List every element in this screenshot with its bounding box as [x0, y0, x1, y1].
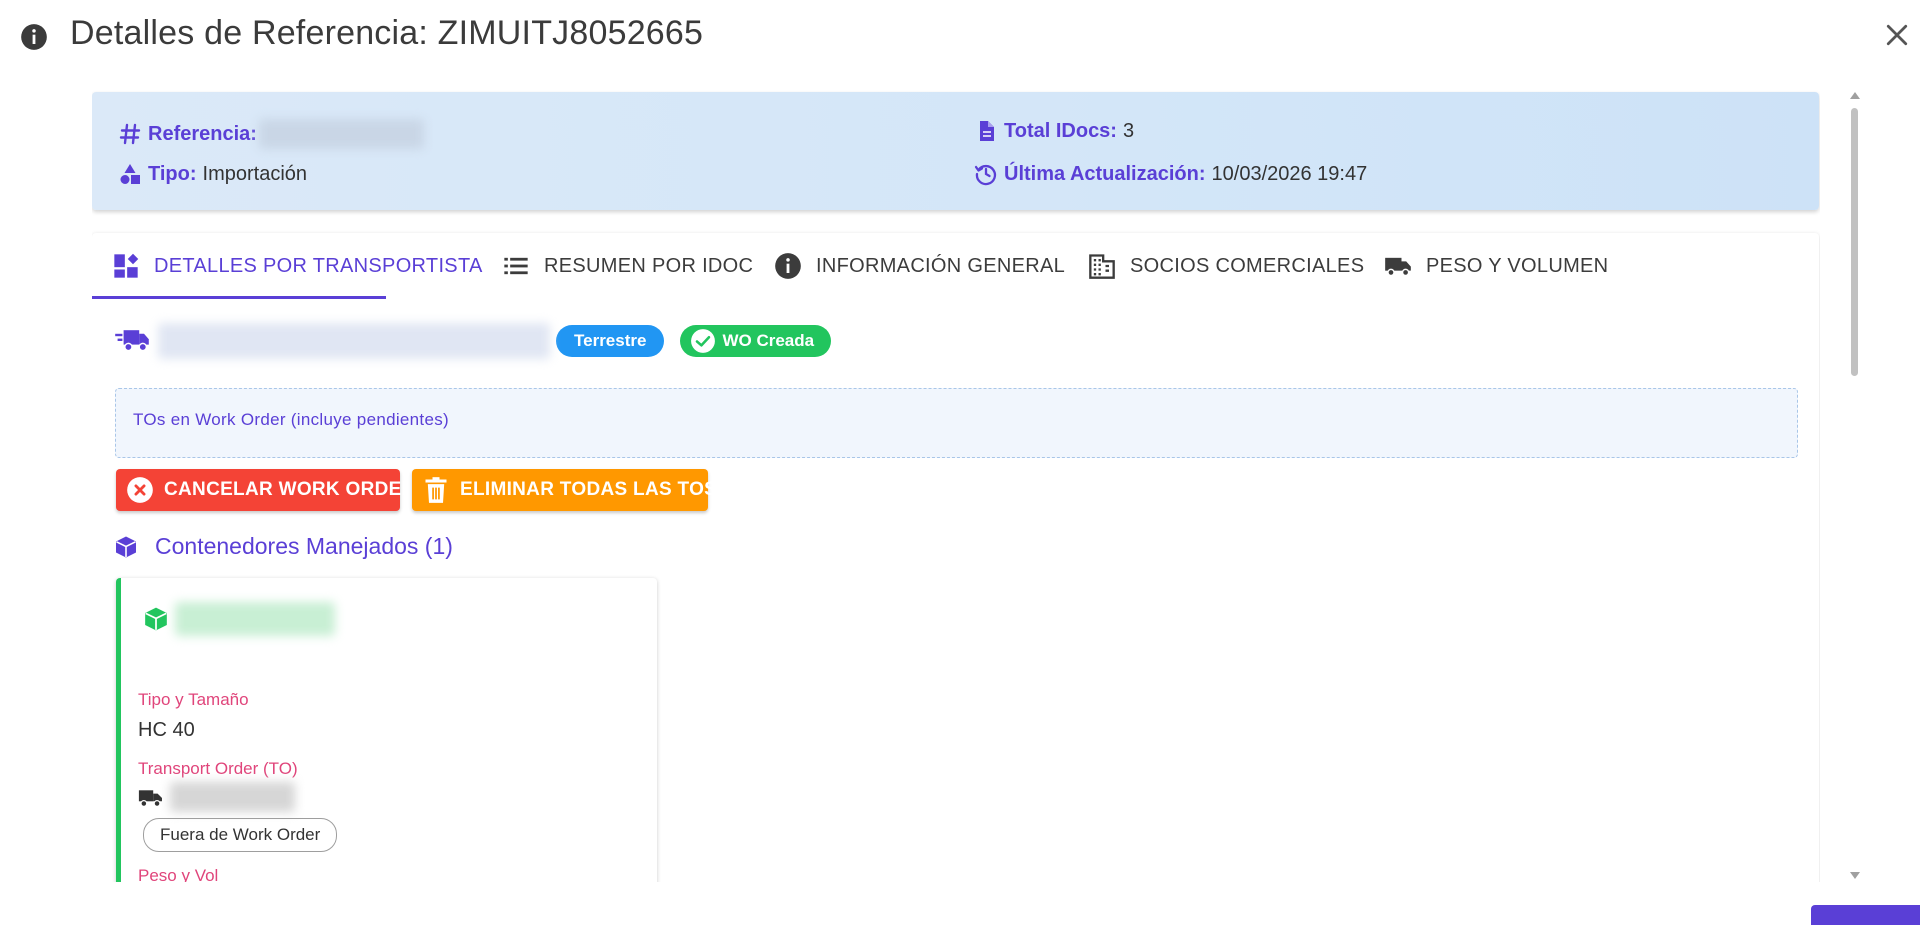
tab-detalles-por-transportista[interactable]: DETALLES POR TRANSPORTISTA — [112, 233, 483, 299]
total-idocs-label: Total IDocs: — [1004, 119, 1117, 142]
tab-informacion-general[interactable]: INFORMACIÓN GENERAL — [774, 233, 1065, 299]
info-icon — [775, 253, 801, 279]
referencia-row: Referencia: — [118, 119, 424, 149]
truck-icon — [1385, 257, 1411, 277]
scrollbar[interactable] — [1848, 92, 1862, 886]
total-idocs-value: 3 — [1122, 119, 1135, 142]
tipo-label: Tipo: — [148, 162, 197, 185]
cancel-work-order-button[interactable]: CANCELAR WORK ORDER — [116, 469, 415, 511]
tab-label: INFORMACIÓN GENERAL — [816, 254, 1066, 277]
active-tab-indicator — [92, 296, 386, 299]
tab-resumen-por-idoc[interactable]: RESUMEN POR IDOC — [502, 233, 753, 299]
tab-label: SOCIOS COMERCIALES — [1130, 254, 1365, 277]
ultima-actualizacion-value: 10/03/2026 19:47 — [1211, 162, 1368, 185]
history-clock-icon — [974, 164, 997, 186]
building-icon — [1089, 254, 1115, 279]
cancel-work-order-label: CANCELAR WORK ORDER — [164, 479, 416, 500]
scroll-down-arrow[interactable] — [1850, 872, 1860, 879]
containers-title-text: Contenedores Manejados (1) — [155, 533, 453, 559]
referencia-label: Referencia: — [148, 122, 257, 145]
cube-icon — [116, 536, 136, 557]
mode-chip: Terrestre — [556, 325, 665, 357]
close-icon[interactable] — [1882, 20, 1912, 50]
tab-label: PESO Y VOLUMEN — [1426, 254, 1609, 277]
cancel-circle-icon — [127, 477, 153, 503]
carrier-header: Terrestre WO Creada — [114, 323, 832, 359]
info-icon — [21, 24, 47, 50]
tab-bar: DETALLES POR TRANSPORTISTA RESUMEN POR I… — [92, 233, 1819, 301]
fuera-work-order-chip: Fuera de Work Order — [143, 818, 338, 852]
truck-fast-icon — [115, 330, 149, 352]
trash-icon — [425, 477, 447, 503]
dialog-header: Detalles de Referencia: ZIMUITJ8052665 — [0, 0, 1920, 70]
referencia-value-redacted — [258, 119, 424, 149]
dialog-title: Detalles de Referencia: ZIMUITJ8052665 — [70, 14, 704, 52]
containers-section-title: Contenedores Manejados (1) — [114, 533, 453, 560]
truck-icon — [138, 790, 162, 807]
dashboard-icon — [114, 253, 139, 278]
transport-order-label: Transport Order (TO) — [138, 759, 298, 778]
scroll-up-arrow[interactable] — [1850, 92, 1860, 99]
status-chip-label: WO Creada — [722, 331, 815, 350]
tab-socios-comerciales[interactable]: SOCIOS COMERCIALES — [1088, 233, 1364, 299]
dialog-content: Referencia: Tipo: Importación Total IDoc… — [92, 90, 1820, 882]
tipo-value: Importación — [202, 162, 308, 185]
container-number-redacted — [175, 602, 335, 636]
cube-icon — [145, 607, 167, 631]
peso-volumen-label: Peso y Vol — [138, 866, 219, 882]
footer-action-button[interactable] — [1811, 905, 1920, 925]
document-icon — [980, 121, 994, 141]
status-chip: WO Creada — [680, 325, 832, 357]
list-icon — [504, 257, 528, 275]
ultima-actualizacion-row: Última Actualización: 10/03/2026 19:47 — [974, 162, 1367, 186]
transport-order-redacted — [170, 782, 295, 812]
tab-peso-y-volumen[interactable]: PESO Y VOLUMEN — [1384, 233, 1608, 299]
tabs-card: DETALLES POR TRANSPORTISTA RESUMEN POR I… — [92, 233, 1819, 882]
check-circle-icon — [691, 329, 716, 353]
delete-all-tos-button[interactable]: ELIMINAR TODAS LAS TOS — [412, 469, 717, 511]
ultima-actualizacion-label: Última Actualización: — [1004, 162, 1206, 185]
carrier-name-redacted — [158, 323, 550, 359]
tos-work-order-box: TOs en Work Order (incluye pendientes) — [115, 388, 1798, 458]
tipo-tamano-label: Tipo y Tamaño — [138, 690, 249, 709]
tab-label: RESUMEN POR IDOC — [544, 254, 754, 277]
hash-icon — [119, 123, 141, 145]
total-idocs-row: Total IDocs: 3 — [974, 119, 1134, 143]
reference-summary-card: Referencia: Tipo: Importación Total IDoc… — [92, 92, 1819, 210]
container-card: Tipo y Tamaño HC 40 Transport Order (TO)… — [116, 578, 657, 882]
scroll-thumb[interactable] — [1851, 108, 1858, 376]
shapes-icon — [120, 164, 140, 184]
tab-label: DETALLES POR TRANSPORTISTA — [154, 254, 483, 277]
tipo-row: Tipo: Importación — [118, 162, 307, 186]
tos-work-order-text: TOs en Work Order (incluye pendientes) — [133, 410, 449, 429]
delete-all-tos-label: ELIMINAR TODAS LAS TOS — [460, 479, 718, 500]
tipo-tamano-value: HC 40 — [138, 719, 195, 741]
